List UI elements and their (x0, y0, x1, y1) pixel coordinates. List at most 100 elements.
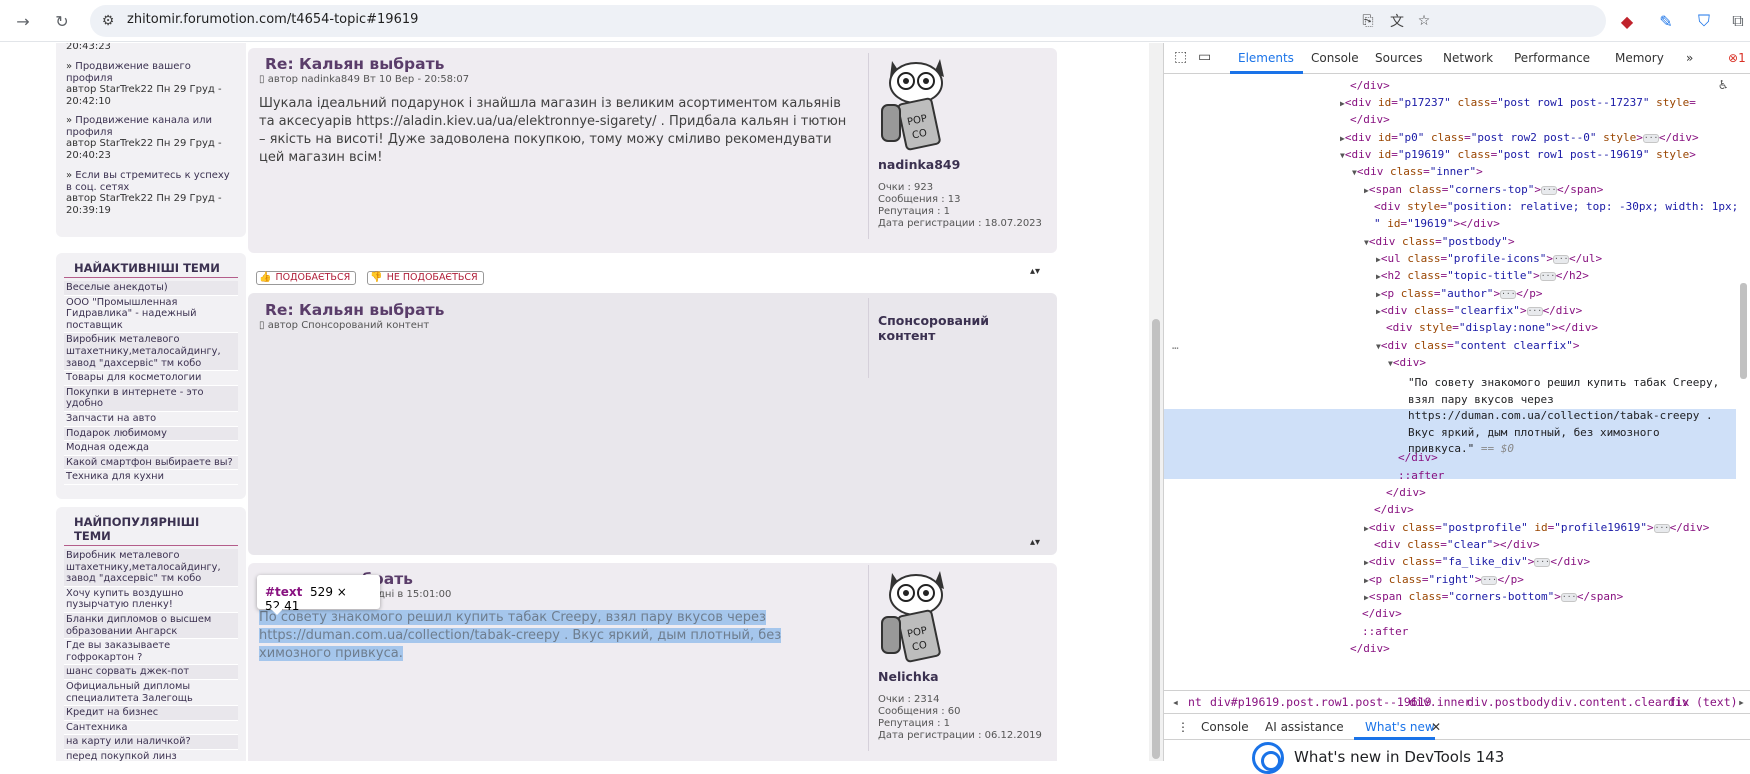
tab-network[interactable]: Network (1443, 51, 1493, 65)
more-tabs-icon[interactable]: » (1686, 51, 1693, 65)
dom-tree-scroll-thumb[interactable] (1740, 283, 1747, 379)
dom-line[interactable]: ▶<span class="corners-top">···</span> (1364, 181, 1603, 199)
recent-item[interactable]: » Продвижение вашего профиля автор StarT… (66, 61, 236, 107)
list-item[interactable]: шанс сорвать джек-пот (64, 665, 238, 680)
list-item[interactable]: Виробник металевого штахетнику,металосай… (64, 333, 238, 372)
breadcrumb-item[interactable]: (text) (1696, 695, 1738, 709)
dom-line[interactable]: ▼<div class="content clearfix"> (1376, 337, 1580, 355)
list-item[interactable]: Покупки в интернете - это удобно (64, 385, 238, 412)
close-icon[interactable]: ✕ (1431, 720, 1441, 734)
list-item[interactable]: Бланки дипломов о высшем образовании Анг… (64, 612, 238, 640)
dom-line[interactable]: <div class="clear"></div> (1374, 536, 1540, 553)
list-item[interactable]: Где вы заказываете гофрокартон ? (64, 639, 238, 666)
dom-line[interactable]: ▶<div class="fa_like_div">···</div> (1364, 553, 1590, 571)
list-item[interactable]: Сантехника (64, 721, 238, 736)
dom-line[interactable]: </div> (1350, 111, 1390, 128)
dom-line[interactable]: ▶<div id="p17237" class="post row1 post-… (1340, 94, 1696, 112)
device-toolbar-icon[interactable]: ▭ (1198, 49, 1216, 67)
list-item[interactable]: Виробник металевого штахетнику,металосай… (64, 549, 238, 587)
scroll-updown-icon[interactable]: ▴▾ (1030, 537, 1040, 548)
dom-tree[interactable]: … </div> ▶<div id="p17237" class="post r… (1164, 75, 1744, 688)
extension-icon[interactable]: ◆ (1615, 9, 1639, 33)
drawer-tab-whats-new[interactable]: What's new (1365, 720, 1435, 734)
dom-line[interactable]: ▶<ul class="profile-icons">···</ul> (1376, 250, 1602, 268)
dom-line[interactable]: ▼<div class="postbody"> (1364, 233, 1515, 251)
breadcrumb-item[interactable]: div#p19619.post.row1.post--19619 (1210, 695, 1432, 709)
list-item[interactable]: Веселые анекдоты) (64, 281, 238, 296)
tab-performance[interactable]: Performance (1514, 51, 1590, 65)
dom-tree-scrollbar[interactable] (1737, 75, 1750, 688)
breadcrumb-item[interactable]: div.inner (1409, 695, 1471, 709)
like-button[interactable]: 👍 ПОДОБАЄТЬСЯ (256, 270, 357, 285)
drawer-tab-console[interactable]: Console (1201, 720, 1249, 734)
breadcrumb-forward-icon[interactable]: ▸ (1738, 695, 1745, 709)
list-item[interactable]: на карту или наличкой? (64, 735, 238, 750)
dom-line[interactable]: ▶<div id="p0" class="post row2 post--0" … (1340, 129, 1699, 147)
selected-text-node[interactable]: "По совету знакомого решил купить табак … (1408, 375, 1730, 458)
profile-name[interactable]: nadinka849 (878, 157, 1053, 172)
site-info-icon[interactable]: ⚙ (98, 11, 118, 31)
dom-line[interactable]: " id="19619"></div> (1374, 215, 1500, 232)
dom-line[interactable]: ▼<div> (1388, 354, 1426, 372)
tab-memory[interactable]: Memory (1615, 51, 1664, 65)
extension-dropper-icon[interactable]: ✎ (1654, 9, 1678, 33)
bookmark-star-icon[interactable]: ☆ (1414, 11, 1434, 31)
dom-line[interactable]: </div> (1350, 640, 1390, 657)
list-item[interactable]: Официальный дипломы специалитета Залегощ… (64, 680, 238, 707)
tab-sources[interactable]: Sources (1375, 51, 1422, 65)
page-scrollbar[interactable] (1149, 43, 1163, 761)
list-item[interactable]: Модная одежда (64, 441, 238, 456)
scroll-updown-icon[interactable]: ▴▾ (1030, 266, 1040, 277)
tab-elements[interactable]: Elements (1238, 51, 1294, 65)
inspect-element-icon[interactable]: ⬚ (1174, 49, 1192, 67)
dom-line[interactable]: </div> (1362, 605, 1402, 622)
install-app-icon[interactable]: ⎘ (1358, 11, 1378, 31)
list-item[interactable]: Запчасти на авто (64, 412, 238, 427)
breadcrumb-item[interactable]: nt (1188, 695, 1202, 709)
breadcrumb-item[interactable]: div.postbody (1467, 695, 1550, 709)
extensions-puzzle-icon[interactable]: ⧉ (1726, 9, 1750, 33)
list-item[interactable]: Какой смартфон выбираете вы? (64, 455, 238, 471)
dom-line[interactable]: ::after (1362, 623, 1408, 640)
dom-ellipsis-icon[interactable]: … (1172, 337, 1179, 354)
dom-line[interactable]: ▶<h2 class="topic-title">···</h2> (1376, 267, 1589, 285)
accessibility-icon[interactable]: ♿ (1719, 77, 1727, 93)
drawer-menu-icon[interactable]: ⋮ (1177, 720, 1189, 734)
page-scroll-thumb[interactable] (1152, 319, 1160, 759)
post-title[interactable]: Re: Кальян выбрать (265, 301, 444, 319)
dom-line[interactable]: ▶<div class="clearfix">···</div> (1376, 302, 1582, 320)
list-item[interactable]: Кредит на бизнес (64, 706, 238, 721)
dom-line[interactable]: </div> (1350, 77, 1390, 94)
dom-line[interactable]: ▶<p class="right">···</p> (1364, 571, 1524, 589)
address-bar[interactable]: ⚙ zhitomir.forumotion.com/t4654-topic#19… (90, 5, 1606, 37)
extension-shield-icon[interactable]: ⛉ (1692, 9, 1716, 33)
dom-line[interactable]: <div style="position: relative; top: -30… (1374, 198, 1738, 215)
reload-icon[interactable]: ↻ (50, 9, 74, 33)
list-item[interactable]: Техника для кухни (64, 470, 238, 485)
list-item[interactable]: перед покупкой линз (64, 750, 238, 761)
dom-line[interactable]: ▶<p class="author">···</p> (1376, 285, 1543, 303)
profile-name[interactable]: Nelichka (878, 669, 1053, 684)
breadcrumb-back-icon[interactable]: ◂ (1172, 695, 1179, 709)
dom-line[interactable]: ::after (1398, 467, 1444, 484)
list-item[interactable]: Товары для косметологии (64, 371, 238, 386)
list-item[interactable]: Подарок любимому (64, 426, 238, 442)
translate-icon[interactable]: 文 (1387, 11, 1407, 31)
dom-line[interactable]: ▼<div id="p19619" class="post row1 post-… (1340, 146, 1696, 164)
error-count[interactable]: ⊗1 (1728, 51, 1746, 65)
list-item[interactable]: ООО "Промышленная Гидравлика" - надежный… (64, 296, 238, 334)
recent-item[interactable]: » Если вы стремитесь к успеху в соц. сет… (66, 170, 236, 216)
forward-icon[interactable]: → (11, 9, 35, 33)
dislike-button[interactable]: 👎 НЕ ПОДОБАЄТЬСЯ (367, 270, 484, 285)
post-title[interactable]: Re: Кальян выбрать (265, 55, 444, 73)
dom-line[interactable]: </div> (1398, 449, 1438, 466)
recent-item[interactable]: » Продвижение канала или профиля автор S… (66, 115, 236, 161)
drawer-tab-ai-assistance[interactable]: AI assistance (1265, 720, 1344, 734)
url-text[interactable]: zhitomir.forumotion.com/t4654-topic#1961… (127, 12, 418, 27)
dom-line[interactable]: </div> (1374, 501, 1414, 518)
dom-line[interactable]: ▶<div class="postprofile" id="profile196… (1364, 519, 1709, 537)
dom-line[interactable]: </div> (1386, 484, 1426, 501)
list-item[interactable]: Хочу купить воздушно пузырчатую пленку! (64, 587, 238, 613)
dom-line[interactable]: ▶<span class="corners-bottom">···</span> (1364, 588, 1623, 606)
tab-console[interactable]: Console (1311, 51, 1359, 65)
